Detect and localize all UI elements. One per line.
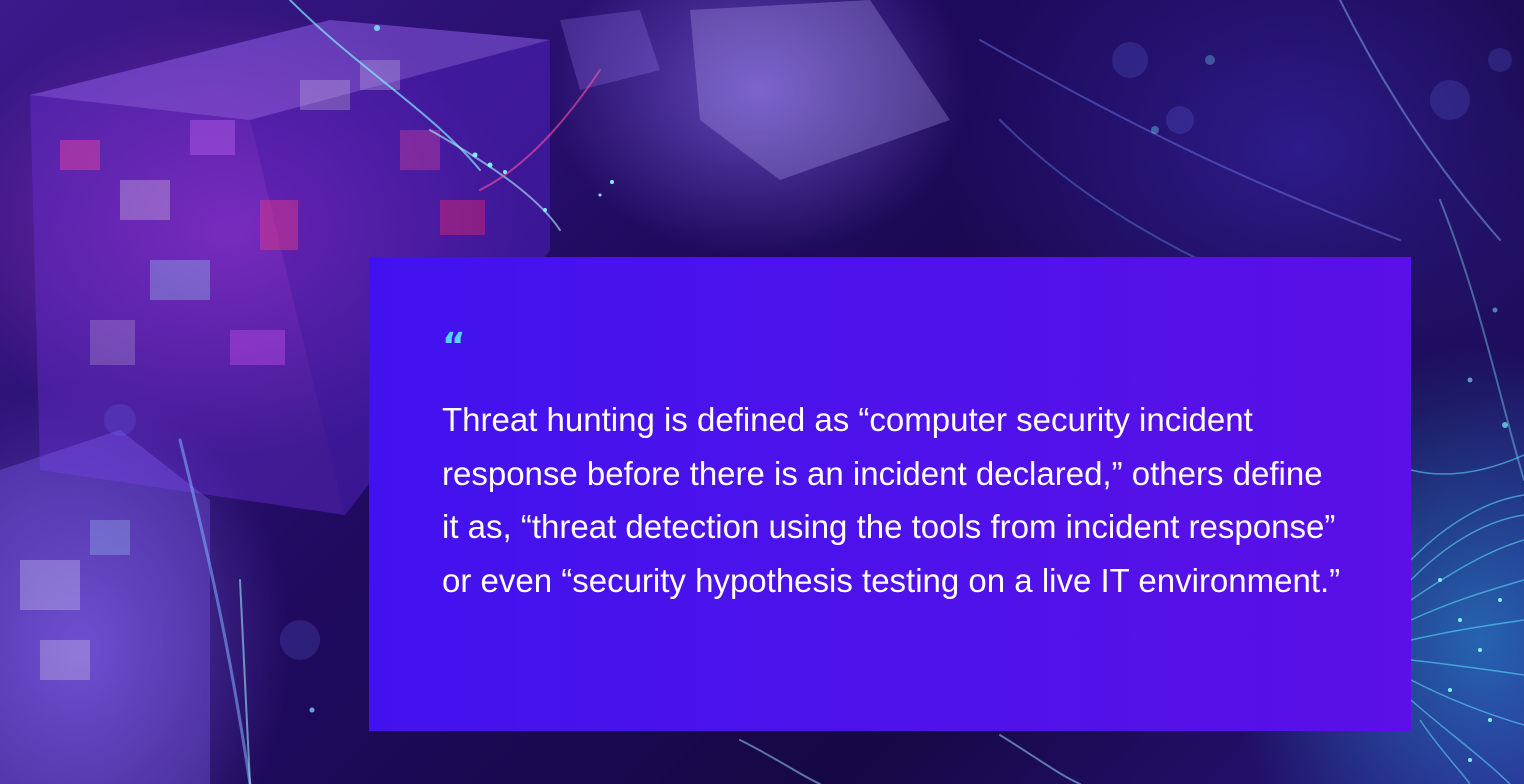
quote-mark-icon: “ [442,326,466,367]
quote-text: Threat hunting is defined as “computer s… [442,401,1341,599]
hero-banner: “ Threat hunting is defined as “computer… [0,0,1524,784]
quote-card: “ Threat hunting is defined as “computer… [369,257,1411,731]
